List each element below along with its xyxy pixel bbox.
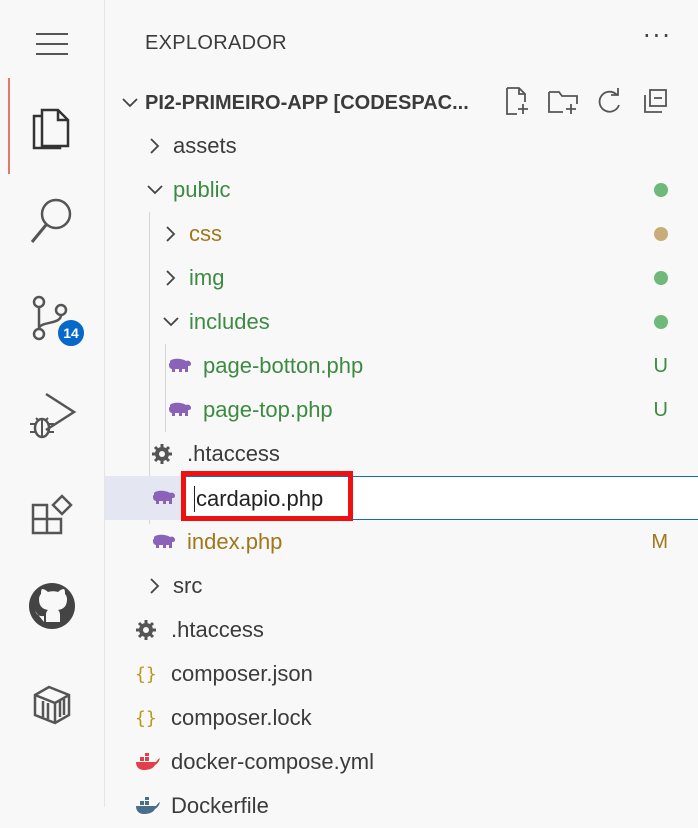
tree-folder-includes[interactable]: includes <box>105 300 698 344</box>
gear-icon <box>135 619 163 641</box>
chevron-down-icon <box>143 185 167 195</box>
tree-file-index[interactable]: index.php M <box>105 520 698 564</box>
tree-item-label: page-botton.php <box>203 353 364 378</box>
tree-item-label: .htaccess <box>171 617 264 642</box>
git-status-decoration: U <box>653 398 668 421</box>
chevron-right-icon <box>159 270 183 286</box>
tree-file-composer-lock[interactable]: {} composer.lock <box>105 696 698 740</box>
tree-item-label: index.php <box>187 529 283 554</box>
remote-explorer-icon <box>33 685 71 725</box>
collapse-all-icon[interactable] <box>638 84 672 118</box>
chevron-right-icon <box>143 578 167 594</box>
json-braces-icon: {} <box>135 663 157 685</box>
tree-item-label: public <box>173 177 231 202</box>
refresh-icon[interactable] <box>592 84 626 118</box>
chevron-right-icon <box>143 138 167 154</box>
chevron-right-icon <box>159 226 183 242</box>
tree-file-page-botton[interactable]: page-botton.php U <box>105 344 698 388</box>
chevron-down-icon <box>115 98 145 108</box>
search-button[interactable] <box>0 190 104 250</box>
tree-file-dockerfile[interactable]: Dockerfile <box>105 784 698 828</box>
untracked-dot <box>654 271 668 285</box>
tree-file-docker-compose[interactable]: docker-compose.yml <box>105 740 698 784</box>
docker-whale-icon <box>135 753 163 771</box>
tree-file-htaccess-public[interactable]: .htaccess <box>105 432 698 476</box>
tree-item-label: includes <box>189 309 270 334</box>
tree-file-page-top[interactable]: page-top.php U <box>105 388 698 432</box>
menu-button[interactable] <box>0 14 104 74</box>
tree-item-label: assets <box>173 133 237 158</box>
tree-folder-public[interactable]: public <box>105 168 698 212</box>
explorer-sidebar: EXPLORADOR ··· PI2-PRIMEIRO-APP [CODESPA… <box>105 0 698 818</box>
tree-item-label: page-top.php <box>203 397 333 422</box>
section-actions <box>500 84 672 118</box>
tree-item-label: css <box>189 221 222 246</box>
remote-explorer-button[interactable] <box>0 674 104 734</box>
explorer-button[interactable] <box>0 78 104 174</box>
tree-folder-img[interactable]: img <box>105 256 698 300</box>
chevron-down-icon <box>159 317 183 327</box>
run-debug-icon <box>30 392 77 439</box>
gear-icon <box>151 443 179 465</box>
sidebar-title: EXPLORADOR <box>145 32 287 54</box>
more-actions-button[interactable]: ··· <box>643 22 672 50</box>
modified-dot <box>654 227 668 241</box>
workspace-section-header[interactable]: PI2-PRIMEIRO-APP [CODESPAC... <box>115 86 469 120</box>
tree-item-label: composer.json <box>171 661 313 686</box>
php-elephant-icon <box>151 489 179 507</box>
github-icon <box>29 583 75 629</box>
json-braces-icon: {} <box>135 707 157 729</box>
php-elephant-icon <box>167 357 195 375</box>
tree-folder-css[interactable]: css <box>105 212 698 256</box>
docker-whale-icon <box>135 797 163 815</box>
untracked-dot <box>654 315 668 329</box>
github-button[interactable] <box>0 576 104 636</box>
tree-item-label: src <box>173 573 203 598</box>
activity-bar: 14 <box>0 0 105 807</box>
tree-item-label: Dockerfile <box>171 793 269 818</box>
tree-item-label: .htaccess <box>187 441 280 466</box>
tree-file-htaccess-root[interactable]: .htaccess <box>105 608 698 652</box>
extensions-button[interactable] <box>0 484 104 544</box>
new-folder-icon[interactable] <box>546 84 580 118</box>
git-status-decoration: U <box>653 354 668 377</box>
search-icon <box>30 198 72 243</box>
hamburger-menu-icon <box>36 33 68 55</box>
red-highlight-box <box>181 471 353 521</box>
php-elephant-icon <box>151 533 179 551</box>
workspace-name: PI2-PRIMEIRO-APP [CODESPAC... <box>145 91 469 114</box>
tree-item-label: docker-compose.yml <box>171 749 374 774</box>
extensions-icon <box>31 494 73 535</box>
tree-folder-assets[interactable]: assets <box>105 124 698 168</box>
run-debug-button[interactable] <box>0 384 104 444</box>
tree-file-cardapio-renaming[interactable]: cardapio.php <box>105 471 698 521</box>
new-file-icon[interactable] <box>500 84 534 118</box>
tree-folder-src[interactable]: src <box>105 564 698 608</box>
git-status-decoration: M <box>651 530 668 553</box>
source-control-badge: 14 <box>56 318 86 348</box>
files-icon <box>32 108 70 150</box>
php-elephant-icon <box>167 401 195 419</box>
tree-item-label: img <box>189 265 225 290</box>
tree-file-composer-json[interactable]: {} composer.json <box>105 652 698 696</box>
source-control-button[interactable]: 14 <box>0 288 104 348</box>
tree-item-label: composer.lock <box>171 705 312 730</box>
untracked-dot <box>654 183 668 197</box>
